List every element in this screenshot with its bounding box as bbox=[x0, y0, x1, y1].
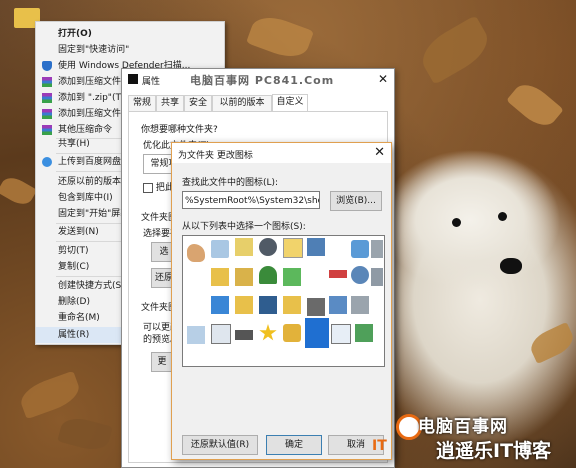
archive-icon bbox=[42, 93, 52, 103]
printer-icon[interactable] bbox=[371, 268, 383, 286]
dialog-title: 为文件夹 更改图标 bbox=[178, 151, 253, 161]
archive-icon bbox=[42, 77, 52, 87]
arrow-up-icon[interactable] bbox=[283, 268, 301, 286]
recycle-bin-icon[interactable] bbox=[187, 326, 205, 344]
error-icon[interactable] bbox=[329, 270, 347, 278]
search-icon[interactable] bbox=[351, 266, 369, 284]
disk-icon[interactable] bbox=[351, 296, 369, 314]
restore-default-button[interactable]: 还原默认值(R) bbox=[182, 435, 258, 455]
key-icon[interactable] bbox=[283, 238, 303, 258]
computer-icon[interactable] bbox=[307, 238, 325, 256]
printer-icon[interactable] bbox=[371, 240, 383, 258]
close-icon[interactable]: ✕ bbox=[374, 145, 385, 160]
ok-button[interactable]: 确定 bbox=[266, 435, 322, 455]
search-document-icon[interactable] bbox=[331, 324, 351, 344]
find-icon-label: 查找此文件中的图标(L): bbox=[182, 178, 279, 188]
icon-path-field[interactable]: %SystemRoot%\System32\shell32.dll bbox=[182, 191, 320, 209]
star-icon[interactable] bbox=[259, 324, 277, 341]
also-apply-row: 把此 bbox=[143, 180, 174, 193]
close-icon[interactable]: ✕ bbox=[378, 72, 388, 86]
menu-item-pin-quick-access[interactable]: 固定到"快速访问" bbox=[36, 42, 224, 58]
shield-icon bbox=[42, 61, 52, 71]
recycle-bin-icon[interactable] bbox=[211, 240, 229, 258]
properties-title: 属性 bbox=[142, 77, 161, 87]
folder-icon[interactable] bbox=[235, 296, 253, 314]
watermark-line1: 电脑百事网 bbox=[418, 417, 508, 437]
folder-icon[interactable] bbox=[235, 268, 253, 286]
icon-list[interactable] bbox=[182, 235, 385, 367]
settings-icon[interactable] bbox=[329, 296, 347, 314]
hand-icon[interactable] bbox=[187, 244, 205, 262]
grid-icon[interactable] bbox=[307, 298, 325, 316]
disk-icon[interactable] bbox=[259, 238, 277, 256]
network-icon[interactable] bbox=[351, 240, 369, 258]
window-icon[interactable] bbox=[211, 296, 229, 314]
tab-previous-versions[interactable]: 以前的版本 bbox=[212, 95, 272, 111]
document-icon[interactable] bbox=[235, 238, 253, 256]
menu-item-open[interactable]: 打开(O) bbox=[36, 26, 224, 42]
dog-nose bbox=[500, 258, 522, 274]
also-apply-checkbox[interactable] bbox=[143, 182, 153, 193]
icon-list-label: 从以下列表中选择一个图标(S): bbox=[182, 222, 306, 232]
dog-eye-left bbox=[452, 218, 461, 227]
keyboard-icon[interactable] bbox=[235, 330, 253, 340]
network-icon[interactable] bbox=[355, 324, 373, 342]
archive-icon bbox=[42, 109, 52, 119]
folder-icon[interactable] bbox=[283, 296, 301, 314]
selected-icon[interactable] bbox=[305, 318, 329, 348]
change-icon-dialog: 为文件夹 更改图标 ✕ 查找此文件中的图标(L): %SystemRoot%\S… bbox=[171, 142, 392, 460]
watermark-line2: 逍遥乐IT博客 bbox=[436, 440, 552, 462]
tab-general[interactable]: 常规 bbox=[128, 95, 156, 111]
archive-icon bbox=[42, 125, 52, 135]
monitor-icon[interactable] bbox=[259, 296, 277, 314]
dialog-titlebar: 为文件夹 更改图标 ✕ bbox=[172, 143, 391, 163]
tree-icon[interactable] bbox=[259, 266, 277, 284]
browse-button[interactable]: 浏览(B)... bbox=[330, 191, 382, 211]
watermark-title: 电脑百事网 PC841.Com bbox=[190, 74, 335, 87]
folder-title-icon bbox=[128, 74, 138, 84]
cloud-icon bbox=[42, 157, 52, 167]
watermark-it: IT bbox=[372, 438, 387, 454]
dog-eye-right bbox=[498, 212, 507, 221]
tab-sharing[interactable]: 共享 bbox=[156, 95, 184, 111]
lock-icon[interactable] bbox=[283, 324, 301, 342]
folder-icon[interactable] bbox=[211, 268, 229, 286]
tab-customize[interactable]: 自定义 bbox=[272, 94, 308, 112]
checklist-icon[interactable] bbox=[211, 324, 231, 344]
change-icon-button[interactable]: 更 bbox=[151, 352, 173, 372]
tab-security[interactable]: 安全 bbox=[184, 95, 212, 111]
section-folder-type-label: 你想要哪种文件夹? bbox=[141, 125, 218, 135]
